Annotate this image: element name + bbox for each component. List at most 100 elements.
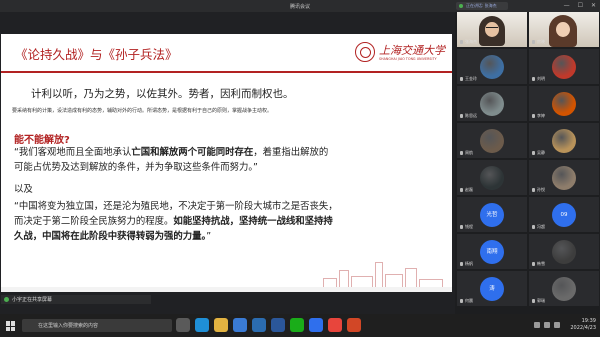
participant-name-label: 钱程 bbox=[460, 224, 473, 230]
taskbar-explorer-icon[interactable] bbox=[214, 318, 228, 332]
participant-name: 何晨 bbox=[465, 298, 473, 303]
p2-emphasis: 如能坚持抗战，坚持统一战线和坚持持 bbox=[173, 216, 333, 227]
mic-icon bbox=[460, 225, 463, 229]
paragraph-1-line-1: “我们客观地而且全面地承认亡国和解放两个可能同时存在，着重指出解放的 bbox=[14, 145, 328, 160]
speaker-indicator: 正在讲话: 张海杰 bbox=[456, 2, 508, 10]
participant-tile[interactable]: 王金玲 bbox=[457, 49, 527, 84]
participant-tile[interactable]: 房晓 bbox=[529, 12, 599, 47]
participant-tile[interactable]: 涛何晨 bbox=[457, 271, 527, 306]
input-method-icon[interactable] bbox=[554, 322, 560, 328]
participant-name: 郭瑞 bbox=[537, 298, 545, 303]
meeting-window: 腾讯会议 正在讲话: 张海杰 — ☐ ✕ 《论持久战》与《孙子兵法》 上海交通大… bbox=[0, 0, 600, 337]
participant-tile[interactable]: 吴静 bbox=[529, 123, 599, 158]
taskbar-clock[interactable]: 19:39 2022/4/23 bbox=[570, 318, 596, 332]
mic-icon bbox=[532, 40, 535, 44]
p2-emphasis-2: 久战，中国将在此阶段中获得转弱为强的力量。 bbox=[14, 231, 207, 242]
taskbar-meeting-icon[interactable] bbox=[309, 318, 323, 332]
mic-icon bbox=[532, 188, 535, 192]
participant-name-label: 李婷 bbox=[532, 113, 545, 119]
mic-icon bbox=[460, 114, 463, 118]
slide-title: 《论持久战》与《孙子兵法》 bbox=[15, 47, 178, 62]
p1-text-end: ，着重指出解放的 bbox=[253, 147, 329, 158]
participant-tile[interactable]: 赵磊 bbox=[457, 160, 527, 195]
participant-name: 陈思远 bbox=[465, 113, 477, 118]
participant-name: 孙悦 bbox=[537, 187, 545, 192]
participant-name-label: 孙悦 bbox=[532, 187, 545, 193]
taskbar-store-icon[interactable] bbox=[233, 318, 247, 332]
participant-name: 房晓 bbox=[537, 39, 545, 44]
participant-avatar bbox=[552, 55, 576, 79]
participant-video-person bbox=[479, 16, 505, 46]
paragraph-2: “中国将变为独立国，还是沦为殖民地，不决定于第一阶段大城市之是否丧失， 而决定于… bbox=[14, 199, 338, 244]
mic-icon bbox=[532, 262, 535, 266]
participant-tile[interactable]: 陈思远 bbox=[457, 86, 527, 121]
mic-icon bbox=[460, 299, 463, 303]
participant-avatar bbox=[552, 129, 576, 153]
university-seal-icon bbox=[355, 42, 375, 62]
taskbar-mail-icon[interactable] bbox=[252, 318, 266, 332]
participant-name: 赵磊 bbox=[465, 187, 473, 192]
windows-taskbar: 在这里输入你要搜索的内容 19:39 2022/4/23 bbox=[0, 314, 600, 337]
clock-time: 19:39 bbox=[581, 318, 596, 324]
participant-name-label: 周航 bbox=[460, 150, 473, 156]
maximize-button[interactable]: ☐ bbox=[578, 2, 583, 9]
p1-emphasis: 亡国和解放两个可能同时存在 bbox=[131, 147, 254, 158]
participant-tile[interactable]: 南翔 杨帆 bbox=[457, 234, 527, 269]
mic-icon bbox=[532, 114, 535, 118]
participant-tile[interactable]: 刘明 bbox=[529, 49, 599, 84]
participant-name-label: 吴静 bbox=[532, 150, 545, 156]
participant-tile[interactable]: 李婷 bbox=[529, 86, 599, 121]
taskbar-powerpoint-icon[interactable] bbox=[347, 318, 361, 332]
participant-name-label: 张海杰 bbox=[460, 39, 477, 45]
taskbar-task-view-icon[interactable] bbox=[176, 318, 190, 332]
participant-tile[interactable]: 张海杰 bbox=[457, 12, 527, 47]
close-button[interactable]: ✕ bbox=[591, 2, 596, 9]
participant-video-person bbox=[549, 15, 577, 47]
participant-tile[interactable]: 光哲 钱程 bbox=[457, 197, 527, 232]
participant-initials-avatar: 09 bbox=[552, 203, 576, 227]
participant-name: 张海杰 bbox=[465, 39, 477, 44]
participant-tile[interactable]: 韩雪 bbox=[529, 234, 599, 269]
p2-quote-end: ” bbox=[206, 231, 212, 242]
participant-tile[interactable]: 孙悦 bbox=[529, 160, 599, 195]
taskbar-chrome-icon[interactable] bbox=[328, 318, 342, 332]
participant-avatar bbox=[552, 240, 576, 264]
volume-icon[interactable] bbox=[544, 322, 550, 328]
mic-icon bbox=[532, 225, 535, 229]
p1-text: “我们客观地而且全面地承认 bbox=[14, 147, 132, 158]
network-icon[interactable] bbox=[534, 322, 540, 328]
taskbar-wechat-icon[interactable] bbox=[290, 318, 304, 332]
clock-date: 2022/4/23 bbox=[570, 325, 596, 331]
participant-tile[interactable]: 周航 bbox=[457, 123, 527, 158]
participant-tile[interactable]: 郭瑞 bbox=[529, 271, 599, 306]
mic-icon bbox=[460, 188, 463, 192]
taskbar-search-input[interactable]: 在这里输入你要搜索的内容 bbox=[22, 319, 172, 332]
participant-initials-avatar: 涛 bbox=[480, 277, 504, 301]
mic-icon bbox=[532, 151, 535, 155]
participant-name-label: 何晨 bbox=[460, 298, 473, 304]
mic-icon bbox=[460, 151, 463, 155]
participant-name: 李婷 bbox=[537, 113, 545, 118]
mic-icon bbox=[460, 262, 463, 266]
participant-name: 韩雪 bbox=[537, 261, 545, 266]
participant-name-label: 杨帆 bbox=[460, 261, 473, 267]
participant-name-label: 刘明 bbox=[532, 76, 545, 82]
participant-tile[interactable]: 09 冯超 bbox=[529, 197, 599, 232]
classic-quote: 计利以听，乃为之势，以佐其外。势者，因利而制权也。 bbox=[31, 88, 294, 100]
title-bar: 腾讯会议 正在讲话: 张海杰 — ☐ ✕ bbox=[0, 0, 600, 12]
paragraph-2-line-2: 而决定于第二阶段全民族努力的程度。如能坚持抗战，坚持统一战线和坚持持 bbox=[14, 214, 338, 229]
share-indicator-icon bbox=[4, 297, 9, 302]
taskbar-word-icon[interactable] bbox=[271, 318, 285, 332]
system-tray bbox=[534, 322, 560, 328]
university-logo: 上海交通大学 SHANGHAI JIAO TONG UNIVERSITY bbox=[355, 42, 445, 64]
screen-share-status[interactable]: 小宇正在共享屏幕 bbox=[1, 295, 151, 304]
minimize-button[interactable]: — bbox=[564, 2, 570, 9]
shared-slide: 《论持久战》与《孙子兵法》 上海交通大学 SHANGHAI JIAO TONG … bbox=[1, 34, 452, 292]
window-controls: — ☐ ✕ bbox=[564, 2, 596, 9]
windows-start-icon[interactable] bbox=[6, 321, 16, 331]
slide-bottom-bar bbox=[1, 287, 452, 292]
connector-text: 以及 bbox=[14, 184, 33, 195]
participant-name-label: 赵磊 bbox=[460, 187, 473, 193]
taskbar-edge-icon[interactable] bbox=[195, 318, 209, 332]
participant-name-label: 王金玲 bbox=[460, 76, 477, 82]
